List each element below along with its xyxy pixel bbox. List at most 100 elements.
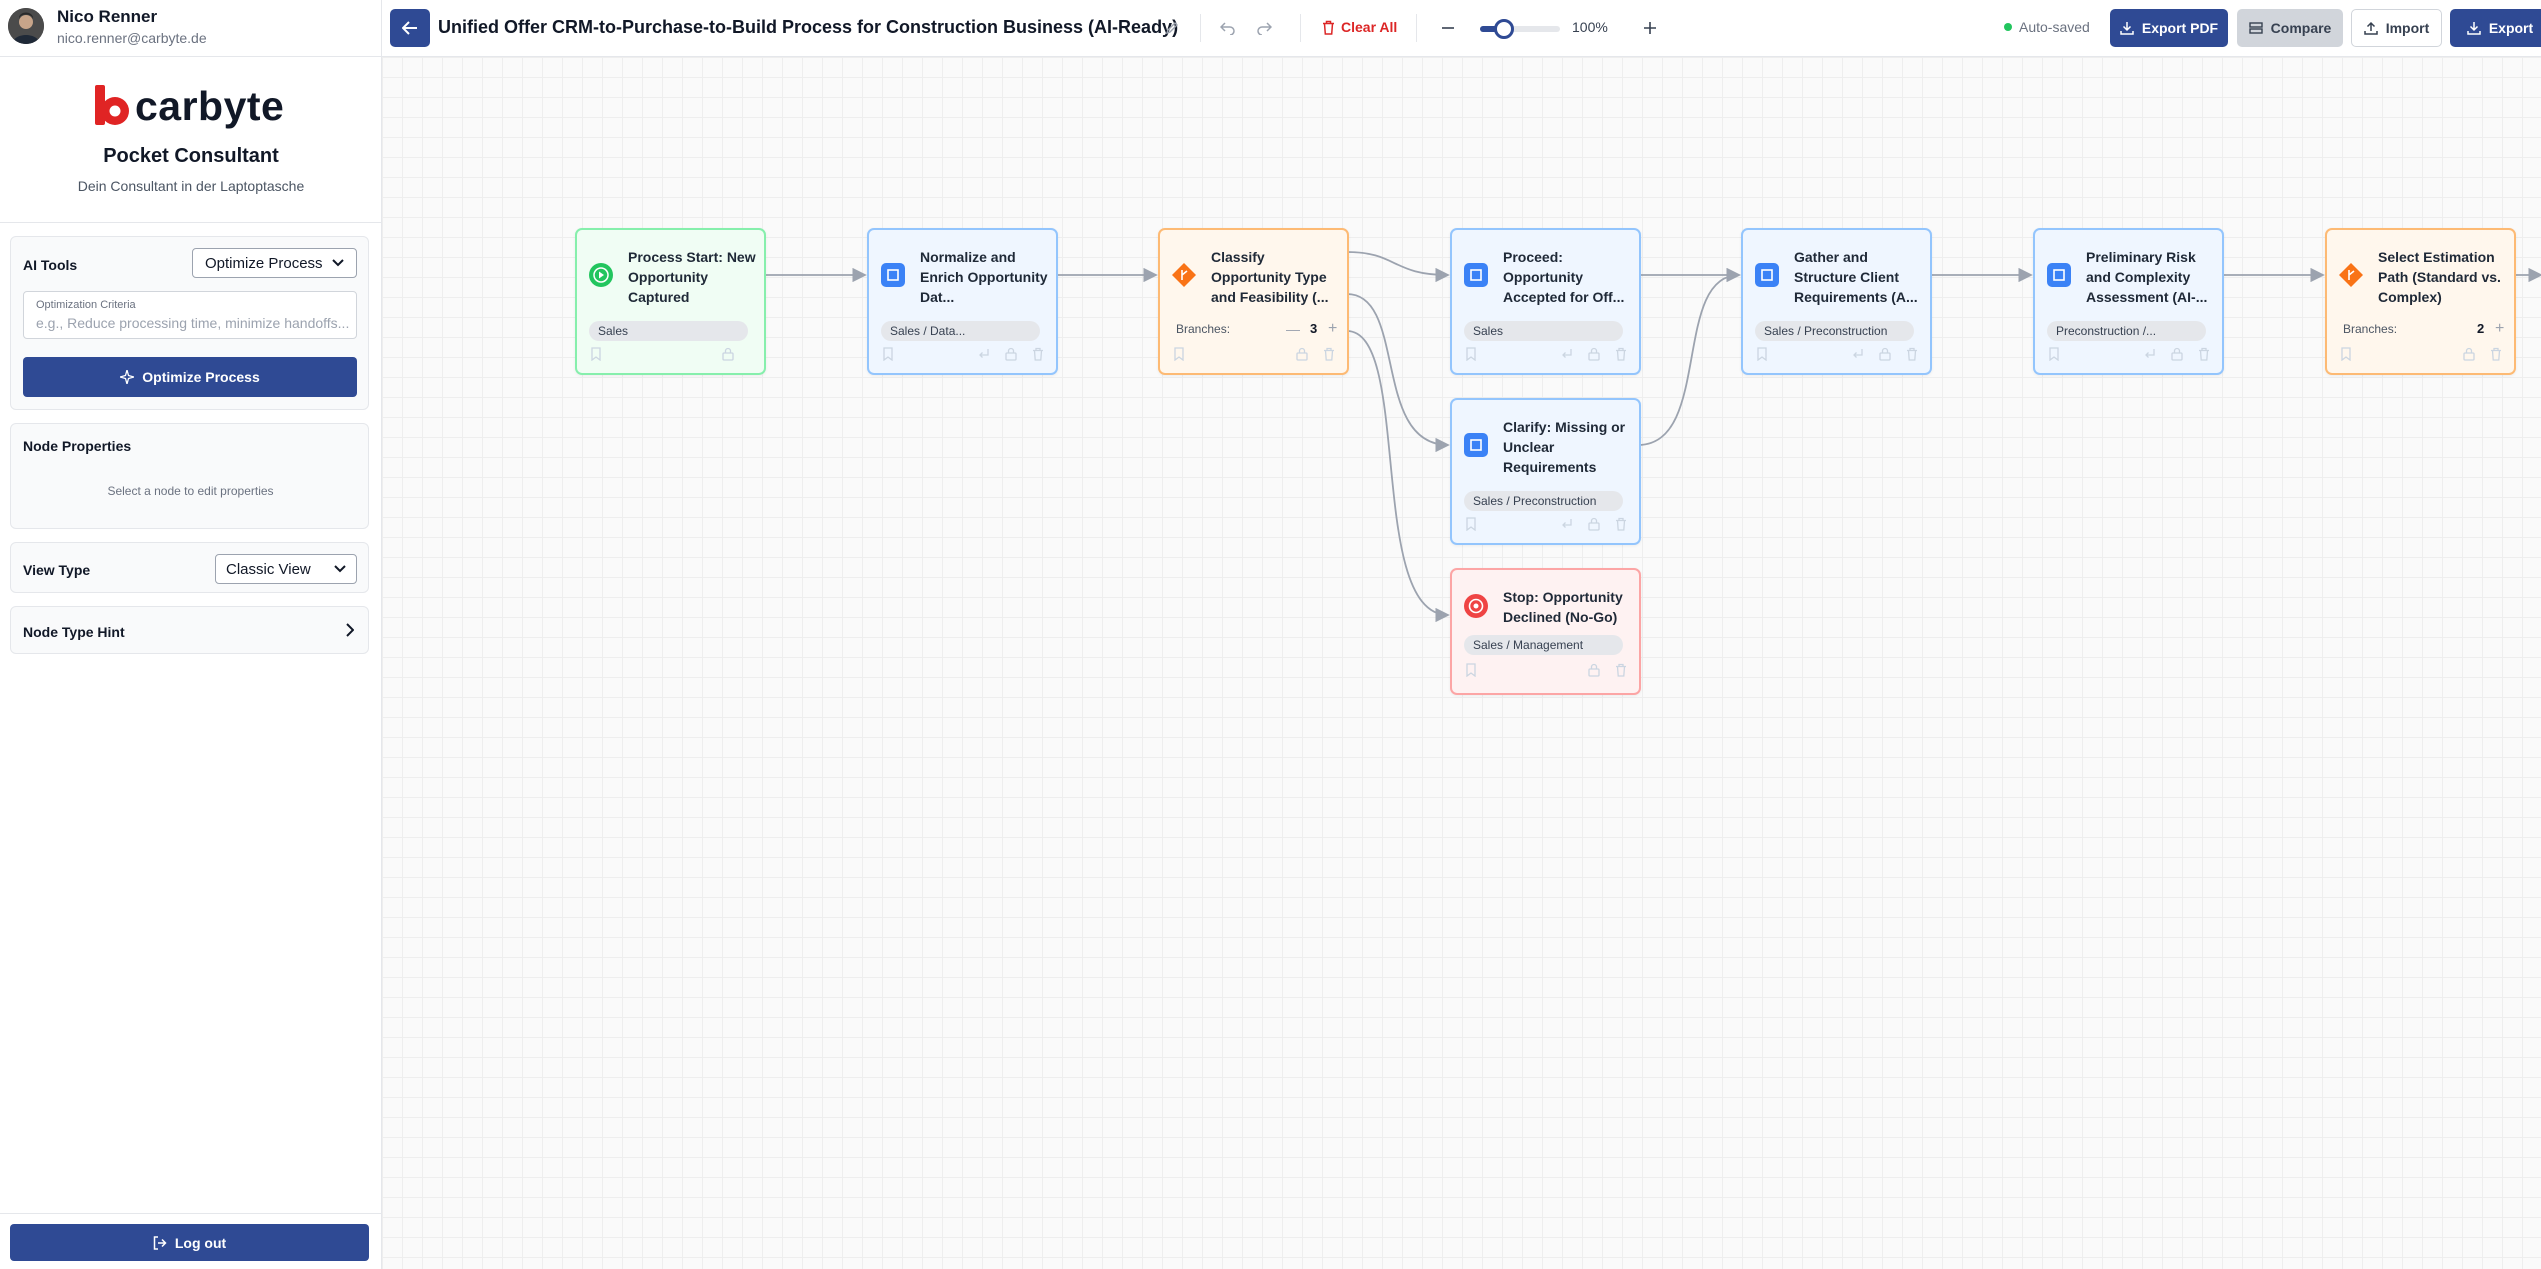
node-decision[interactable]: Select Estimation Path (Standard vs. Com… bbox=[2325, 228, 2516, 375]
logo-mark-icon bbox=[95, 85, 129, 125]
trash-icon[interactable] bbox=[1614, 517, 1628, 531]
node-process[interactable]: Normalize and Enrich Opportunity Dat... … bbox=[867, 228, 1058, 375]
node-actions bbox=[2339, 347, 2506, 363]
lock-icon[interactable] bbox=[721, 347, 735, 361]
optimize-process-label: Optimize Process bbox=[142, 369, 260, 385]
chevron-right-icon bbox=[346, 623, 354, 637]
branch-decrement-button[interactable]: — bbox=[1286, 321, 1300, 337]
node-role-tag: Sales / Preconstruction bbox=[1464, 491, 1623, 511]
clear-all-button[interactable]: Clear All bbox=[1322, 16, 1397, 38]
branches-label: Branches: bbox=[2343, 322, 2398, 336]
edit-title-button[interactable] bbox=[1162, 18, 1182, 38]
undo-button[interactable] bbox=[1218, 18, 1238, 38]
logout-label: Log out bbox=[174, 1234, 227, 1251]
optimization-criteria-input[interactable]: Optimization Criteria e.g., Reduce proce… bbox=[23, 291, 357, 339]
back-button[interactable] bbox=[390, 9, 430, 47]
trash-icon[interactable] bbox=[1322, 347, 1336, 361]
chevron-down-icon bbox=[334, 565, 346, 573]
redo-button[interactable] bbox=[1254, 18, 1274, 38]
lock-icon[interactable] bbox=[1004, 347, 1018, 361]
node-title: Process Start: New Opportunity Captured bbox=[628, 249, 756, 305]
branch-count: 3 bbox=[1310, 321, 1318, 336]
export-pdf-button[interactable]: Export PDF bbox=[2110, 9, 2228, 47]
node-process[interactable]: Preliminary Risk and Complexity Assessme… bbox=[2033, 228, 2224, 375]
trash-icon[interactable] bbox=[1614, 347, 1628, 361]
optimization-criteria-label: Optimization Criteria bbox=[36, 299, 136, 311]
node-type-hint-panel[interactable]: Node Type Hint bbox=[10, 606, 369, 654]
minus-icon bbox=[1442, 27, 1454, 29]
lock-icon[interactable] bbox=[1587, 517, 1601, 531]
zoom-out-button[interactable] bbox=[1438, 18, 1458, 38]
node-role-tag: Sales / Preconstruction bbox=[1755, 321, 1914, 341]
optimize-process-button[interactable]: Optimize Process bbox=[23, 357, 357, 397]
process-square-icon bbox=[1464, 263, 1488, 287]
bookmark-icon[interactable] bbox=[1755, 347, 1769, 361]
bookmark-icon[interactable] bbox=[1172, 347, 1186, 361]
edge[interactable] bbox=[1346, 293, 1450, 453]
branch-increment-button[interactable]: + bbox=[2495, 320, 2504, 338]
view-type-title: View Type bbox=[23, 562, 91, 578]
return-arrow-icon[interactable] bbox=[1851, 347, 1865, 361]
lock-icon[interactable] bbox=[2462, 347, 2476, 361]
autosave-status: Auto-saved bbox=[2004, 19, 2090, 35]
return-arrow-icon[interactable] bbox=[977, 347, 991, 361]
export-button[interactable]: Export bbox=[2450, 9, 2541, 47]
edge[interactable] bbox=[1346, 251, 1450, 283]
node-title: Preliminary Risk and Complexity Assessme… bbox=[2086, 249, 2208, 305]
edge[interactable] bbox=[1346, 330, 1450, 623]
brand-header: carbyte Pocket Consultant Dein Consultan… bbox=[0, 57, 382, 223]
logout-button[interactable]: Log out bbox=[10, 1224, 369, 1261]
edge[interactable] bbox=[1637, 267, 1741, 446]
node-process[interactable]: Gather and Structure Client Requirements… bbox=[1741, 228, 1932, 375]
zoom-slider[interactable] bbox=[1480, 19, 1560, 39]
autosave-label: Auto-saved bbox=[2019, 19, 2090, 35]
logo-text: carbyte bbox=[135, 82, 285, 129]
optimization-criteria-placeholder: e.g., Reduce processing time, minimize h… bbox=[36, 315, 350, 331]
bookmark-icon[interactable] bbox=[589, 347, 603, 361]
process-title[interactable]: Unified Offer CRM-to-Purchase-to-Build P… bbox=[438, 17, 1178, 38]
trash-icon[interactable] bbox=[2489, 347, 2503, 361]
bookmark-icon[interactable] bbox=[1464, 663, 1478, 677]
return-arrow-icon[interactable] bbox=[2143, 347, 2157, 361]
node-process[interactable]: Proceed: Opportunity Accepted for Off...… bbox=[1450, 228, 1641, 375]
return-arrow-icon[interactable] bbox=[1560, 517, 1574, 531]
compare-button[interactable]: Compare bbox=[2237, 9, 2343, 47]
avatar[interactable] bbox=[8, 8, 44, 44]
trash-icon[interactable] bbox=[2197, 347, 2211, 361]
play-icon bbox=[589, 263, 613, 287]
node-properties-panel: Node Properties Select a node to edit pr… bbox=[10, 423, 369, 529]
import-button[interactable]: Import bbox=[2351, 9, 2442, 47]
user-email: nico.renner@carbyte.de bbox=[57, 30, 207, 46]
zoom-level: 100% bbox=[1572, 19, 1608, 35]
plus-icon bbox=[1644, 22, 1656, 34]
lock-icon[interactable] bbox=[1587, 663, 1601, 677]
trash-icon[interactable] bbox=[1614, 663, 1628, 677]
arrow-left-icon bbox=[402, 21, 417, 35]
node-start[interactable]: Process Start: New Opportunity Captured … bbox=[575, 228, 766, 375]
bookmark-icon[interactable] bbox=[2339, 347, 2353, 361]
node-title: Normalize and Enrich Opportunity Dat... bbox=[920, 249, 1048, 305]
ai-tool-select[interactable]: Optimize Process bbox=[192, 248, 357, 278]
lock-icon[interactable] bbox=[1587, 347, 1601, 361]
return-arrow-icon[interactable] bbox=[1560, 347, 1574, 361]
upload-icon bbox=[2363, 21, 2378, 35]
node-stop[interactable]: Stop: Opportunity Declined (No-Go) Sales… bbox=[1450, 568, 1641, 695]
trash-icon[interactable] bbox=[1905, 347, 1919, 361]
zoom-slider-thumb[interactable] bbox=[1494, 19, 1514, 39]
bookmark-icon[interactable] bbox=[1464, 347, 1478, 361]
branch-diamond-icon bbox=[1172, 263, 1196, 287]
process-square-icon bbox=[1464, 433, 1488, 457]
bookmark-icon[interactable] bbox=[2047, 347, 2061, 361]
zoom-in-button[interactable] bbox=[1640, 18, 1660, 38]
lock-icon[interactable] bbox=[1878, 347, 1892, 361]
process-canvas[interactable]: Process Start: New Opportunity Captured … bbox=[382, 57, 2541, 1269]
bookmark-icon[interactable] bbox=[881, 347, 895, 361]
lock-icon[interactable] bbox=[2170, 347, 2184, 361]
branch-increment-button[interactable]: + bbox=[1328, 320, 1337, 338]
node-process[interactable]: Clarify: Missing or Unclear Requirements… bbox=[1450, 398, 1641, 545]
bookmark-icon[interactable] bbox=[1464, 517, 1478, 531]
trash-icon[interactable] bbox=[1031, 347, 1045, 361]
view-type-select[interactable]: Classic View bbox=[215, 554, 357, 584]
lock-icon[interactable] bbox=[1295, 347, 1309, 361]
node-decision[interactable]: Classify Opportunity Type and Feasibilit… bbox=[1158, 228, 1349, 375]
